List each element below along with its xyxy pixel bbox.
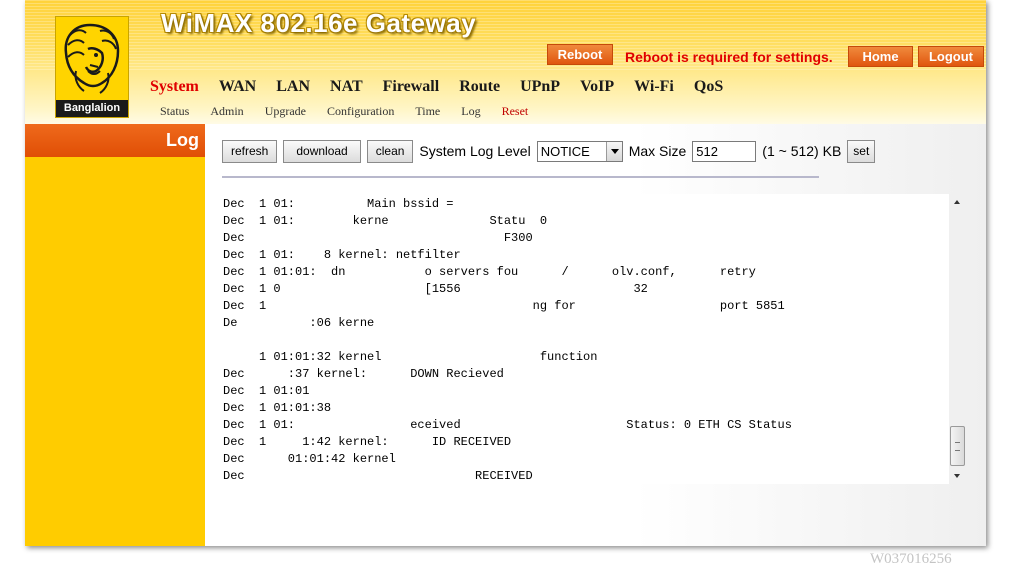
log-line: Dec 1 01:01:38 — [223, 401, 332, 415]
log-line: Dec RECEIVED — [223, 469, 533, 483]
sidebar-title-log: Log — [25, 124, 205, 157]
log-line: Dec 1 01: Main bssid = — [223, 197, 454, 211]
log-level-select[interactable]: NOTICE — [536, 140, 623, 162]
header-banner: Banglalion WiMAX 802.16e Gateway Reboot … — [25, 0, 986, 124]
nav-wifi[interactable]: Wi-Fi — [634, 78, 674, 96]
nav-qos[interactable]: QoS — [694, 78, 723, 96]
nav-nat[interactable]: NAT — [330, 78, 363, 96]
set-button[interactable]: set — [847, 139, 876, 163]
refresh-button[interactable]: refresh — [222, 139, 278, 163]
log-line: Dec 1 1:42 kernel: ID RECEIVED — [223, 435, 512, 449]
app-title: WiMAX 802.16e Gateway — [161, 8, 477, 38]
main-nav: System WAN LAN NAT Firewall Route UPnP V… — [150, 78, 743, 96]
subnav-log[interactable]: Log — [461, 104, 480, 119]
subnav-configuration[interactable]: Configuration — [327, 104, 394, 119]
logo-text: Banglalion — [56, 100, 128, 117]
log-textarea[interactable]: Dec 1 01: Main bssid = Dec 1 01: kerne St… — [222, 194, 966, 484]
log-line: Dec 1 01: 8 kernel: netfilter — [223, 248, 461, 262]
max-size-range: (1 ~ 512) KB — [762, 143, 842, 159]
log-line: 1 01:01:32 kernel function — [223, 350, 598, 364]
subnav-admin[interactable]: Admin — [210, 104, 243, 119]
nav-lan[interactable]: LAN — [276, 78, 310, 96]
nav-firewall[interactable]: Firewall — [383, 78, 440, 96]
clean-button[interactable]: clean — [366, 139, 414, 163]
log-level-value: NOTICE — [540, 143, 590, 159]
log-line: De :06 kerne — [223, 316, 375, 330]
scroll-down-icon[interactable] — [949, 467, 966, 484]
nav-voip[interactable]: VoIP — [580, 78, 614, 96]
chevron-down-icon[interactable] — [605, 141, 622, 161]
sub-nav: Status Admin Upgrade Configuration Time … — [160, 104, 549, 119]
subnav-reset[interactable]: Reset — [502, 104, 529, 119]
nav-upnp[interactable]: UPnP — [520, 78, 560, 96]
max-size-input[interactable]: 512 — [692, 140, 757, 162]
logout-button[interactable]: Logout — [918, 46, 984, 67]
log-line: Dec 1 01: kerne Statu 0 — [223, 214, 548, 228]
banglalion-logo: Banglalion — [55, 16, 129, 118]
log-level-label: System Log Level — [419, 143, 531, 159]
max-size-label: Max Size — [628, 143, 687, 159]
reboot-button[interactable]: Reboot — [547, 44, 613, 65]
log-line: Dec 1 0 [1556 32 — [223, 282, 648, 296]
subnav-time[interactable]: Time — [415, 104, 440, 119]
log-line: Dec 1 01: eceived Status: 0 ETH CS Statu… — [223, 418, 792, 432]
content-panel: refresh download clean System Log Level … — [205, 124, 986, 546]
sidebar: Log — [25, 124, 205, 546]
scroll-thumb[interactable] — [950, 426, 965, 466]
log-line: Dec 1 01:01: dn o servers fou / olv.conf… — [223, 265, 756, 279]
nav-system[interactable]: System — [150, 78, 199, 96]
nav-route[interactable]: Route — [459, 78, 500, 96]
log-line: Dec :37 kernel: DOWN Recieved — [223, 367, 504, 381]
log-line: Dec 01:01:42 kernel — [223, 452, 396, 466]
home-button[interactable]: Home — [848, 46, 913, 67]
subnav-upgrade[interactable]: Upgrade — [265, 104, 306, 119]
nav-wan[interactable]: WAN — [219, 78, 256, 96]
log-line: Dec 1 ng for port 5851 — [223, 299, 785, 313]
reboot-required-message: Reboot is required for settings. — [625, 49, 833, 65]
image-watermark: W037016256 — [870, 551, 952, 567]
log-lines: Dec 1 01: Main bssid = Dec 1 01: kerne St… — [223, 196, 792, 484]
download-button[interactable]: download — [283, 139, 361, 163]
log-line: Dec F300 — [223, 231, 533, 245]
log-toolbar: refresh download clean System Log Level … — [222, 138, 881, 164]
log-scrollbar[interactable] — [949, 194, 966, 484]
scroll-up-icon[interactable] — [949, 194, 966, 211]
toolbar-divider — [222, 176, 819, 178]
lion-head-icon — [64, 23, 120, 94]
router-admin-window: Banglalion WiMAX 802.16e Gateway Reboot … — [25, 0, 986, 546]
log-line: Dec 1 01:01 — [223, 384, 310, 398]
subnav-status[interactable]: Status — [160, 104, 189, 119]
